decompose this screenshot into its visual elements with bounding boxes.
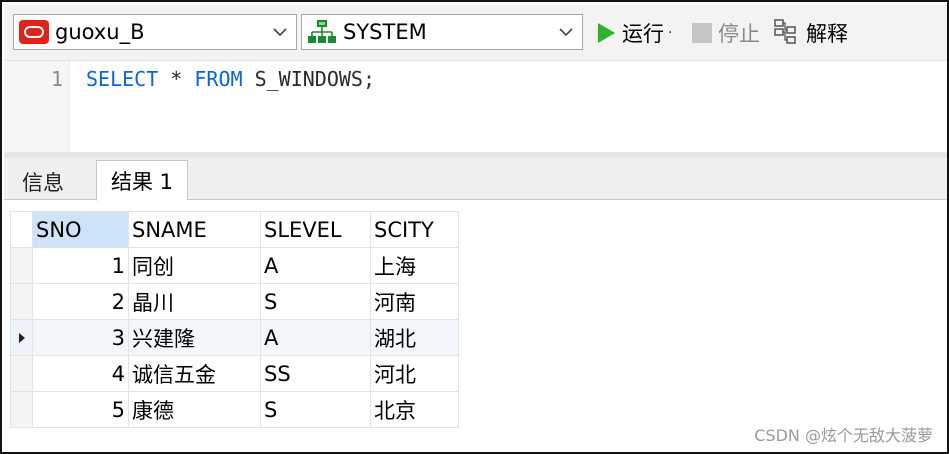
sql-editor[interactable]: 1 SELECT * FROM S_WINDOWS; bbox=[4, 60, 947, 153]
cell-slevel[interactable]: S bbox=[260, 283, 371, 320]
sql-table-name: S_WINDOWS; bbox=[242, 67, 375, 91]
stop-button[interactable]: 停止 bbox=[692, 16, 760, 50]
sql-line[interactable]: SELECT * FROM S_WINDOWS; bbox=[86, 67, 375, 91]
toolbar: guoxu_B SYSTEM 运行 · 停止 解释 bbox=[4, 4, 947, 60]
cell-slevel[interactable]: A bbox=[260, 247, 371, 284]
line-number: 1 bbox=[50, 67, 63, 91]
chevron-down-icon[interactable] bbox=[554, 27, 578, 37]
row-indicator[interactable] bbox=[10, 247, 33, 284]
column-header-scity[interactable]: SCITY bbox=[370, 211, 459, 248]
cell-slevel[interactable]: S bbox=[260, 391, 371, 428]
run-button[interactable]: 运行 · bbox=[596, 16, 672, 50]
corner-cell[interactable] bbox=[10, 211, 33, 248]
tab-info[interactable]: 信息 bbox=[8, 164, 78, 200]
cell-sno[interactable]: 4 bbox=[32, 355, 129, 392]
cell-slevel[interactable]: A bbox=[260, 319, 371, 356]
cell-scity[interactable]: 上海 bbox=[370, 247, 459, 284]
run-label: 运行 bbox=[622, 22, 664, 46]
watermark: CSDN @炫个无敌大菠萝 bbox=[754, 426, 933, 445]
row-indicator[interactable] bbox=[10, 283, 33, 320]
column-header-sno[interactable]: SNO bbox=[32, 211, 129, 248]
tab-result-1[interactable]: 结果 1 bbox=[96, 160, 189, 201]
chevron-down-icon[interactable] bbox=[268, 27, 292, 37]
cell-sname[interactable]: 同创 bbox=[128, 247, 261, 284]
result-grid-area: SNO SNAME SLEVEL SCITY 1 同创 A 上海 2 晶川 S … bbox=[4, 201, 947, 452]
row-indicator[interactable] bbox=[10, 391, 33, 428]
cell-sno[interactable]: 2 bbox=[32, 283, 129, 320]
connection-label: guoxu_B bbox=[55, 20, 145, 44]
schema-label: SYSTEM bbox=[343, 20, 427, 44]
keyword-from: FROM bbox=[194, 67, 243, 91]
keyword-select: SELECT bbox=[86, 67, 159, 91]
result-tabs: 信息 结果 1 bbox=[4, 158, 947, 201]
run-dropdown-icon[interactable]: · bbox=[668, 25, 672, 41]
row-pointer-icon bbox=[18, 332, 25, 343]
cell-sname[interactable]: 康德 bbox=[128, 391, 261, 428]
cell-scity[interactable]: 北京 bbox=[370, 391, 459, 428]
stop-icon bbox=[692, 23, 712, 43]
stop-label: 停止 bbox=[718, 22, 760, 46]
sql-star: * bbox=[158, 67, 195, 91]
table-row[interactable]: 4 诚信五金 SS 河北 bbox=[10, 355, 459, 392]
explain-button[interactable]: 解释 bbox=[774, 16, 848, 50]
explain-label: 解释 bbox=[806, 22, 848, 46]
oracle-icon bbox=[19, 20, 49, 44]
table-row-current[interactable]: 3 兴建隆 A 湖北 bbox=[10, 319, 459, 356]
result-grid: SNO SNAME SLEVEL SCITY 1 同创 A 上海 2 晶川 S … bbox=[10, 211, 459, 428]
cell-scity[interactable]: 河北 bbox=[370, 355, 459, 392]
cell-scity[interactable]: 河南 bbox=[370, 283, 459, 320]
table-row[interactable]: 2 晶川 S 河南 bbox=[10, 283, 459, 320]
line-gutter: 1 bbox=[4, 61, 70, 153]
cell-sno[interactable]: 3 bbox=[32, 319, 129, 356]
grid-header-row: SNO SNAME SLEVEL SCITY bbox=[10, 211, 459, 248]
cell-scity[interactable]: 湖北 bbox=[370, 319, 459, 356]
table-row[interactable]: 5 康德 S 北京 bbox=[10, 391, 459, 428]
schema-icon bbox=[308, 20, 336, 43]
schema-select[interactable]: SYSTEM bbox=[301, 14, 583, 50]
connection-select[interactable]: guoxu_B bbox=[13, 14, 297, 50]
row-indicator[interactable] bbox=[10, 319, 33, 356]
column-header-sname[interactable]: SNAME bbox=[128, 211, 261, 248]
column-header-slevel[interactable]: SLEVEL bbox=[260, 211, 371, 248]
app-window: guoxu_B SYSTEM 运行 · 停止 解释 1 SELECT * FRO… bbox=[0, 0, 949, 454]
cell-sno[interactable]: 5 bbox=[32, 391, 129, 428]
cell-slevel[interactable]: SS bbox=[260, 355, 371, 392]
explain-icon bbox=[774, 19, 796, 44]
cell-sno[interactable]: 1 bbox=[32, 247, 129, 284]
table-row[interactable]: 1 同创 A 上海 bbox=[10, 247, 459, 284]
cell-sname[interactable]: 兴建隆 bbox=[128, 319, 261, 356]
row-indicator[interactable] bbox=[10, 355, 33, 392]
run-icon bbox=[598, 23, 615, 43]
cell-sname[interactable]: 晶川 bbox=[128, 283, 261, 320]
cell-sname[interactable]: 诚信五金 bbox=[128, 355, 261, 392]
